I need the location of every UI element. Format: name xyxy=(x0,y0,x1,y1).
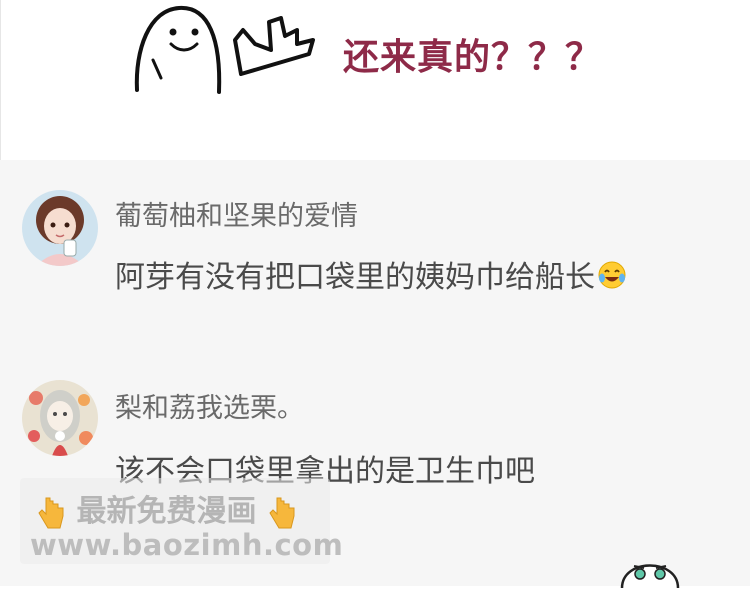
pointing-down-hand-icon xyxy=(36,494,76,529)
watermark-line1: 最新免费漫画 xyxy=(36,486,297,530)
panel-header: 还来真的？？？ xyxy=(0,0,750,160)
laughing-tears-emoji-icon xyxy=(597,260,627,298)
comment-username[interactable]: 梨和荔我选栗。 xyxy=(115,386,304,425)
sad-face-icon xyxy=(618,548,682,608)
watermark-text: 最新免费漫画 xyxy=(76,494,257,529)
ghost-pointing-icon xyxy=(131,0,321,98)
watermark: 最新免费漫画 www.baozimh.com xyxy=(20,478,343,564)
comment-body: 阿芽有没有把口袋里的姨妈巾给船长 xyxy=(115,260,595,295)
page-title: 还来真的？？？ xyxy=(343,37,603,78)
avatar[interactable] xyxy=(22,190,98,266)
watermark-url: www.baozimh.com xyxy=(30,528,344,562)
avatar[interactable] xyxy=(22,380,98,456)
pointing-down-hand-icon xyxy=(256,494,296,529)
comment-text: 阿芽有没有把口袋里的姨妈巾给船长 xyxy=(115,252,627,298)
comment-username[interactable]: 葡萄柚和坚果的爱情 xyxy=(115,194,358,233)
